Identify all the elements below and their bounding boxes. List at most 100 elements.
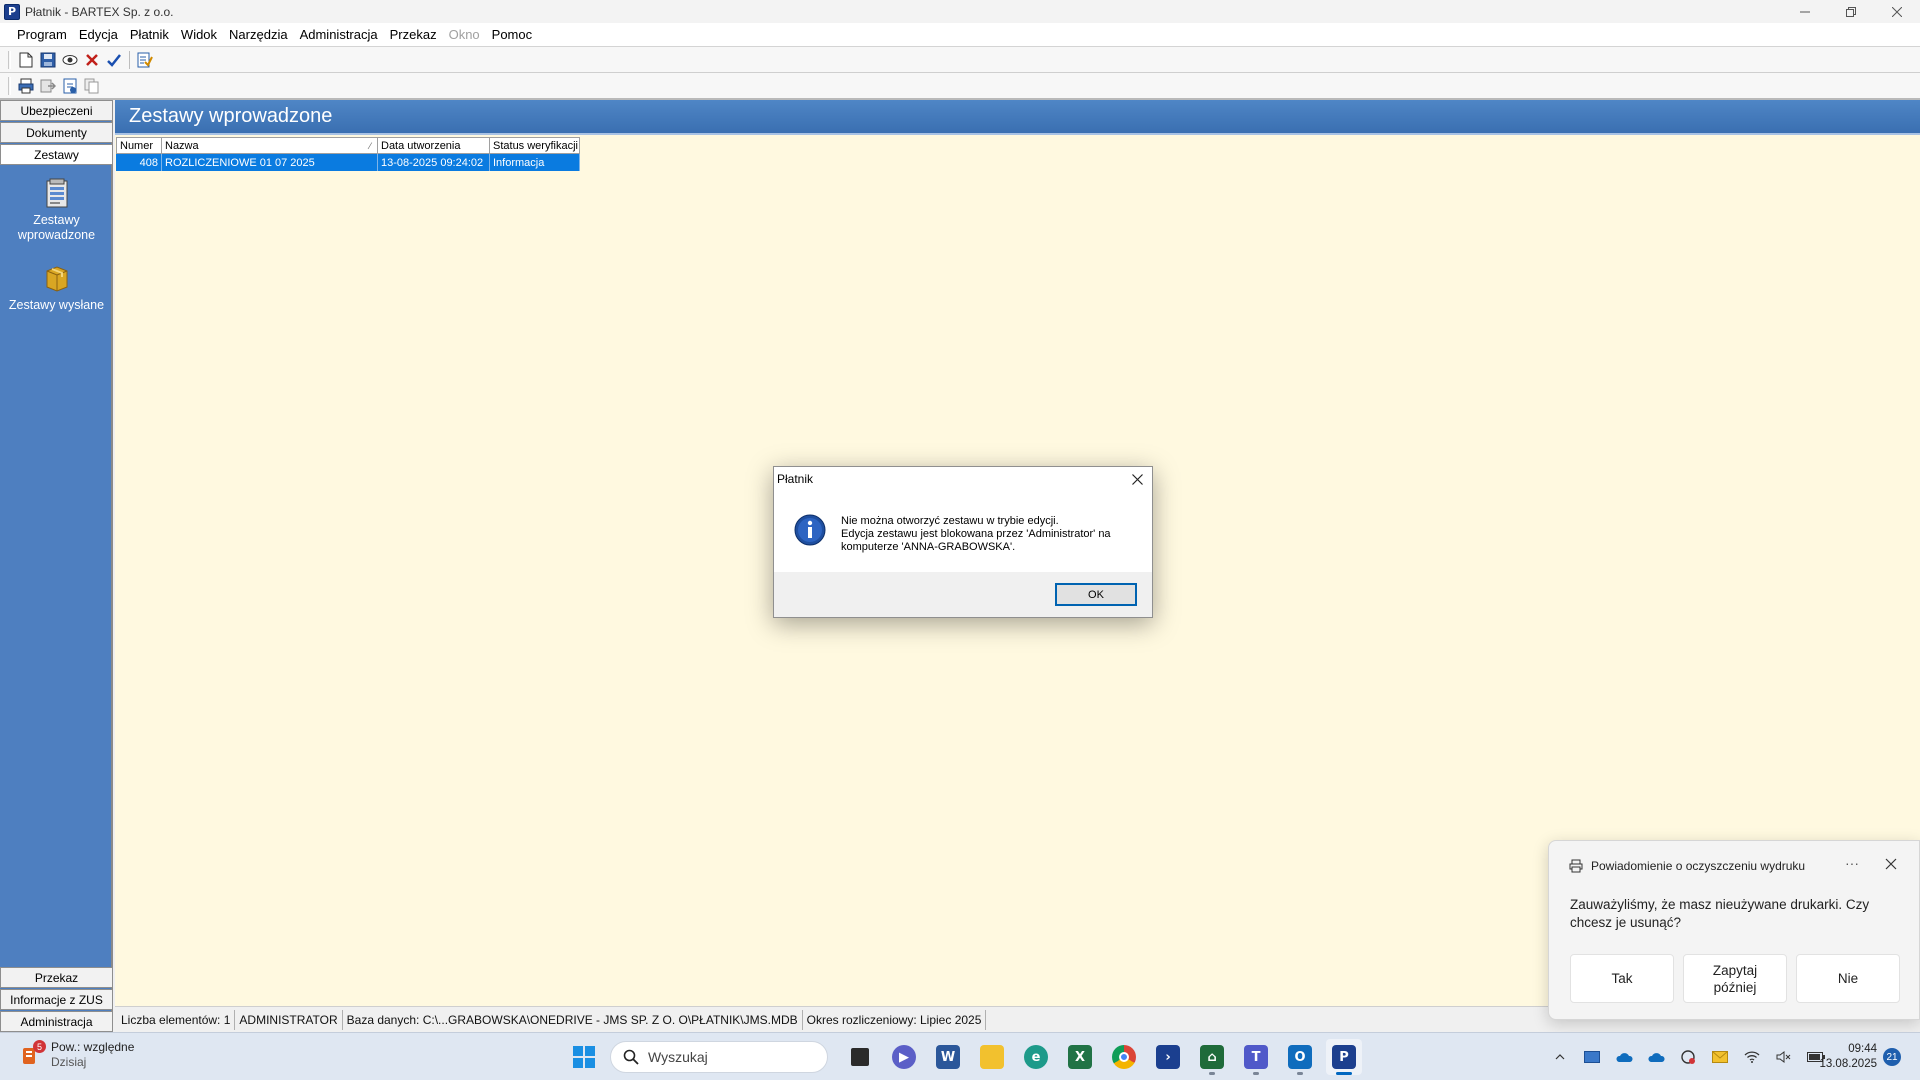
nav-tab-dokumenty[interactable]: Dokumenty bbox=[0, 122, 113, 143]
menu-platnik[interactable]: Płatnik bbox=[124, 27, 175, 42]
taskbar: 5 Pow.: względne Dzisiaj Wyszukaj ▶ W e … bbox=[0, 1032, 1920, 1080]
verify-document-icon bbox=[137, 52, 153, 67]
monitor-icon bbox=[1584, 1051, 1600, 1063]
ask-later-button[interactable]: Zapytaj później bbox=[1683, 954, 1787, 1003]
nav-item-zestawy-wyslane[interactable]: Zestawy wysłane bbox=[0, 262, 113, 313]
notification-close-button[interactable] bbox=[1885, 858, 1901, 874]
import-button[interactable] bbox=[59, 75, 81, 97]
taskbar-app-remote[interactable]: › bbox=[1150, 1039, 1186, 1075]
platnik-icon: P bbox=[1332, 1045, 1356, 1069]
export-button[interactable] bbox=[37, 75, 59, 97]
tray-onedrive-business-icon[interactable] bbox=[1646, 1047, 1666, 1067]
menu-przekaz[interactable]: Przekaz bbox=[384, 27, 443, 42]
copy-button[interactable] bbox=[81, 75, 103, 97]
taskbar-clock[interactable]: 09:44 13.08.2025 bbox=[1807, 1042, 1877, 1072]
column-header-nazwa[interactable]: Nazwa ⁄ bbox=[162, 137, 378, 154]
envelope-icon bbox=[1712, 1051, 1728, 1063]
delete-button[interactable] bbox=[81, 49, 103, 71]
yes-button[interactable]: Tak bbox=[1570, 954, 1674, 1003]
eye-icon bbox=[62, 54, 78, 65]
taskbar-app-file-explorer[interactable] bbox=[974, 1039, 1010, 1075]
menu-okno: Okno bbox=[448, 27, 480, 42]
import-icon bbox=[63, 78, 77, 93]
column-header-status-weryfikacji[interactable]: Status weryfikacji bbox=[490, 137, 580, 154]
menu-widok[interactable]: Widok bbox=[175, 27, 223, 42]
taskbar-app-teams[interactable]: T bbox=[1238, 1039, 1274, 1075]
start-button[interactable] bbox=[566, 1039, 602, 1075]
close-window-button[interactable] bbox=[1874, 0, 1920, 23]
menu-administracja[interactable]: Administracja bbox=[294, 27, 384, 42]
tray-mail-icon[interactable] bbox=[1710, 1047, 1730, 1067]
home-icon: ⌂ bbox=[1200, 1045, 1224, 1069]
nav-tab-przekaz[interactable]: Przekaz bbox=[0, 967, 113, 988]
toolbar-grip[interactable] bbox=[8, 50, 11, 69]
menu-edycja[interactable]: Edycja bbox=[73, 27, 124, 42]
zestawy-table: Numer Nazwa ⁄ Data utworzenia Status wer… bbox=[116, 137, 580, 171]
new-button[interactable] bbox=[15, 49, 37, 71]
menu-narzedzia[interactable]: Narzędzia bbox=[223, 27, 294, 42]
status-item-count: Liczba elementów: 1 bbox=[117, 1009, 236, 1030]
column-header-numer[interactable]: Numer bbox=[116, 137, 162, 154]
title-bar: P Płatnik - BARTEX Sp. z o.o. bbox=[0, 0, 1920, 23]
view-button[interactable] bbox=[59, 49, 81, 71]
nav-tab-ubezpieczeni[interactable]: Ubezpieczeni bbox=[0, 100, 113, 121]
menu-program[interactable]: Program bbox=[11, 27, 73, 42]
dialog-message-line: Nie można otworzyć zestawu w trybie edyc… bbox=[841, 515, 1059, 527]
tray-volume-icon[interactable] bbox=[1774, 1047, 1794, 1067]
save-button[interactable] bbox=[37, 49, 59, 71]
video-camera-icon: ▶ bbox=[892, 1045, 916, 1069]
column-header-label: Nazwa bbox=[165, 139, 199, 152]
notification-message: Zauważyliśmy, że masz nieużywane drukark… bbox=[1570, 897, 1870, 930]
taskbar-search-box[interactable]: Wyszukaj bbox=[610, 1041, 828, 1073]
nav-tab-informacje-z-zus[interactable]: Informacje z ZUS bbox=[0, 989, 113, 1010]
sync-icon bbox=[1681, 1050, 1695, 1064]
taskbar-app-word[interactable]: W bbox=[930, 1039, 966, 1075]
minimize-icon bbox=[1800, 11, 1810, 12]
column-header-data-utworzenia[interactable]: Data utworzenia bbox=[378, 137, 490, 154]
weather-widget[interactable]: 5 Pow.: względne Dzisiaj bbox=[20, 1040, 134, 1070]
tray-onedrive-icon[interactable] bbox=[1614, 1047, 1634, 1067]
sort-indicator-icon: ⁄ bbox=[369, 140, 371, 151]
taskbar-app-home[interactable]: ⌂ bbox=[1194, 1039, 1230, 1075]
nav-item-zestawy-wprowadzone[interactable]: Zestawy wprowadzone bbox=[0, 177, 113, 243]
printer-icon bbox=[1569, 859, 1583, 873]
table-header: Numer Nazwa ⁄ Data utworzenia Status wer… bbox=[116, 137, 580, 154]
minimize-button[interactable] bbox=[1782, 0, 1828, 23]
checkmark-icon bbox=[107, 53, 121, 67]
dialog-close-button[interactable] bbox=[1128, 470, 1146, 488]
ask-later-label: Zapytaj później bbox=[1712, 962, 1758, 995]
tray-sync-icon[interactable] bbox=[1678, 1047, 1698, 1067]
no-button[interactable]: Nie bbox=[1796, 954, 1900, 1003]
taskbar-app-edge[interactable]: e bbox=[1018, 1039, 1054, 1075]
dialog-message-line: Edycja zestawu jest blokowana przez 'Adm… bbox=[841, 528, 1111, 553]
toolbar-grip[interactable] bbox=[8, 76, 11, 95]
menu-pomoc[interactable]: Pomoc bbox=[486, 27, 538, 42]
confirm-button[interactable] bbox=[103, 49, 125, 71]
more-options-button[interactable]: ··· bbox=[1845, 855, 1859, 871]
ok-button[interactable]: OK bbox=[1055, 583, 1137, 606]
nav-tab-administracja[interactable]: Administracja bbox=[0, 1011, 113, 1032]
table-row[interactable]: 408 ROZLICZENIOWE 01 07 2025 13-08-2025 … bbox=[116, 154, 580, 171]
print-button[interactable] bbox=[15, 75, 37, 97]
verify-button[interactable] bbox=[134, 49, 156, 71]
task-view-icon bbox=[851, 1048, 869, 1066]
tray-display-icon[interactable] bbox=[1582, 1047, 1602, 1067]
nav-item-label: Zestawy wprowadzone bbox=[17, 213, 96, 242]
taskbar-app-excel[interactable]: X bbox=[1062, 1039, 1098, 1075]
remote-app-icon: › bbox=[1156, 1045, 1180, 1069]
dialog-footer: OK bbox=[774, 572, 1152, 617]
task-view-button[interactable] bbox=[842, 1039, 878, 1075]
restore-button[interactable] bbox=[1828, 0, 1874, 23]
taskbar-app-meet[interactable]: ▶ bbox=[886, 1039, 922, 1075]
copy-icon bbox=[84, 78, 99, 93]
toolbar-secondary bbox=[0, 73, 1920, 100]
toolbar-separator bbox=[129, 50, 130, 69]
tray-wifi-icon[interactable] bbox=[1742, 1047, 1762, 1067]
printer-cleanup-notification: Powiadomienie o oczyszczeniu wydruku ···… bbox=[1548, 840, 1920, 1020]
taskbar-app-chrome[interactable] bbox=[1106, 1039, 1142, 1075]
show-hidden-icons-button[interactable] bbox=[1550, 1047, 1570, 1067]
taskbar-app-outlook[interactable]: O bbox=[1282, 1039, 1318, 1075]
taskbar-app-platnik[interactable]: P bbox=[1326, 1039, 1362, 1075]
notification-center-badge[interactable]: 21 bbox=[1883, 1048, 1901, 1066]
nav-tab-zestawy[interactable]: Zestawy bbox=[0, 144, 113, 165]
